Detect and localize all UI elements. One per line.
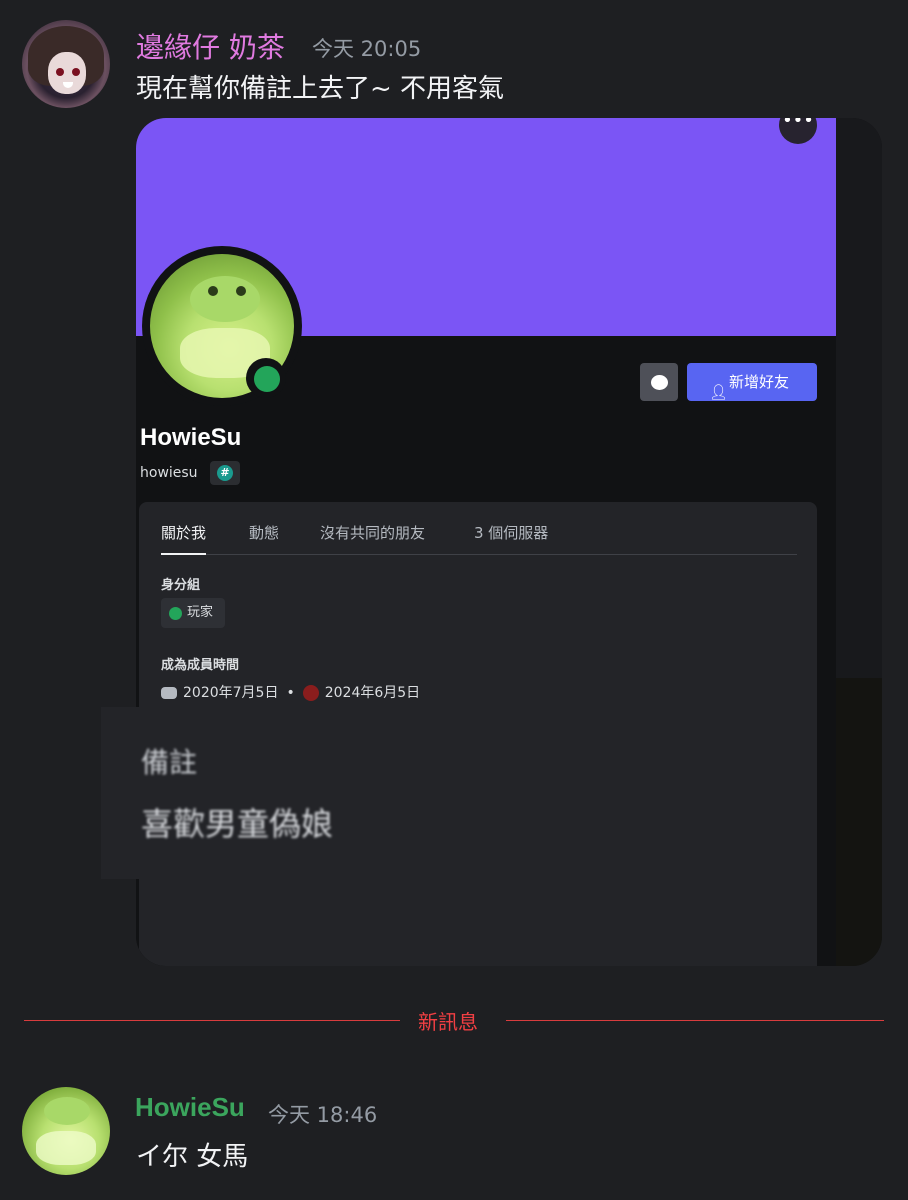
frog-eye bbox=[236, 286, 246, 296]
message-text: 現在幫你備註上去了~ 不用客氣 bbox=[136, 74, 505, 104]
tab-about-me[interactable]: 關於我 bbox=[161, 522, 207, 555]
message-username[interactable]: 邊緣仔 奶茶 bbox=[136, 26, 285, 66]
role-chip: 玩家 bbox=[161, 598, 225, 628]
chat-bubble-icon bbox=[650, 375, 668, 390]
message-timestamp: 今天 18:46 bbox=[268, 1103, 378, 1127]
avatar-eye bbox=[56, 68, 64, 76]
profile-handle: howiesu bbox=[140, 465, 198, 481]
role-name: 玩家 bbox=[187, 605, 214, 620]
add-person-icon: 👤︎ bbox=[709, 383, 729, 401]
profile-display-name: HowieSu bbox=[140, 424, 242, 451]
server-icon bbox=[302, 685, 319, 701]
user-avatar[interactable] bbox=[22, 20, 110, 108]
screenshot-edge bbox=[834, 678, 882, 966]
date-separator: • bbox=[286, 685, 295, 701]
note-title: 備註 bbox=[141, 746, 198, 779]
message-1: 邊緣仔 奶茶 今天 20:05 現在幫你備註上去了~ 不用客氣 ••• 👤︎ 新… bbox=[0, 0, 908, 990]
role-color-dot bbox=[169, 607, 182, 620]
server-join-date: 2024年6月5日 bbox=[324, 685, 421, 701]
user-avatar[interactable] bbox=[22, 1087, 110, 1175]
new-messages-divider-line bbox=[24, 1020, 400, 1021]
note-text: 喜歡男童偽娘 bbox=[141, 805, 334, 843]
server-tag-badge[interactable]: # bbox=[210, 461, 240, 485]
frog-head bbox=[190, 276, 260, 322]
new-messages-divider-line bbox=[506, 1020, 884, 1021]
add-friend-label: 新增好友 bbox=[729, 373, 790, 391]
tab-mutual-servers[interactable]: 3 個伺服器 bbox=[474, 522, 548, 543]
send-message-button[interactable] bbox=[640, 363, 678, 401]
frog-arms bbox=[36, 1131, 96, 1165]
profile-tabs: 關於我 動態 沒有共同的朋友 3 個伺服器 bbox=[161, 522, 797, 555]
message-timestamp: 今天 20:05 bbox=[312, 37, 422, 61]
add-friend-button[interactable]: 👤︎ 新增好友 bbox=[687, 363, 817, 401]
hashtag-icon: # bbox=[217, 465, 233, 481]
discord-join-date: 2020年7月5日 bbox=[183, 685, 279, 701]
note-box[interactable]: 備註 喜歡男童偽娘 bbox=[101, 707, 701, 879]
discord-icon bbox=[161, 687, 177, 699]
member-since-row: 2020年7月5日 • 2024年6月5日 bbox=[161, 682, 420, 702]
frog-head bbox=[44, 1097, 90, 1125]
roles-title: 身分組 bbox=[161, 578, 201, 593]
tab-activity[interactable]: 動態 bbox=[249, 522, 279, 543]
online-status-icon bbox=[254, 366, 280, 392]
frog-eye bbox=[208, 286, 218, 296]
message-text: イ尔 女馬 bbox=[136, 1142, 249, 1172]
new-messages-divider-label: 新訊息 bbox=[418, 1010, 478, 1034]
member-since-title: 成為成員時間 bbox=[161, 658, 240, 673]
avatar-eye bbox=[72, 68, 80, 76]
message-username[interactable]: HowieSu bbox=[135, 1092, 245, 1123]
screenshot-edge bbox=[834, 118, 882, 678]
tab-mutual-friends[interactable]: 沒有共同的朋友 bbox=[320, 522, 425, 543]
